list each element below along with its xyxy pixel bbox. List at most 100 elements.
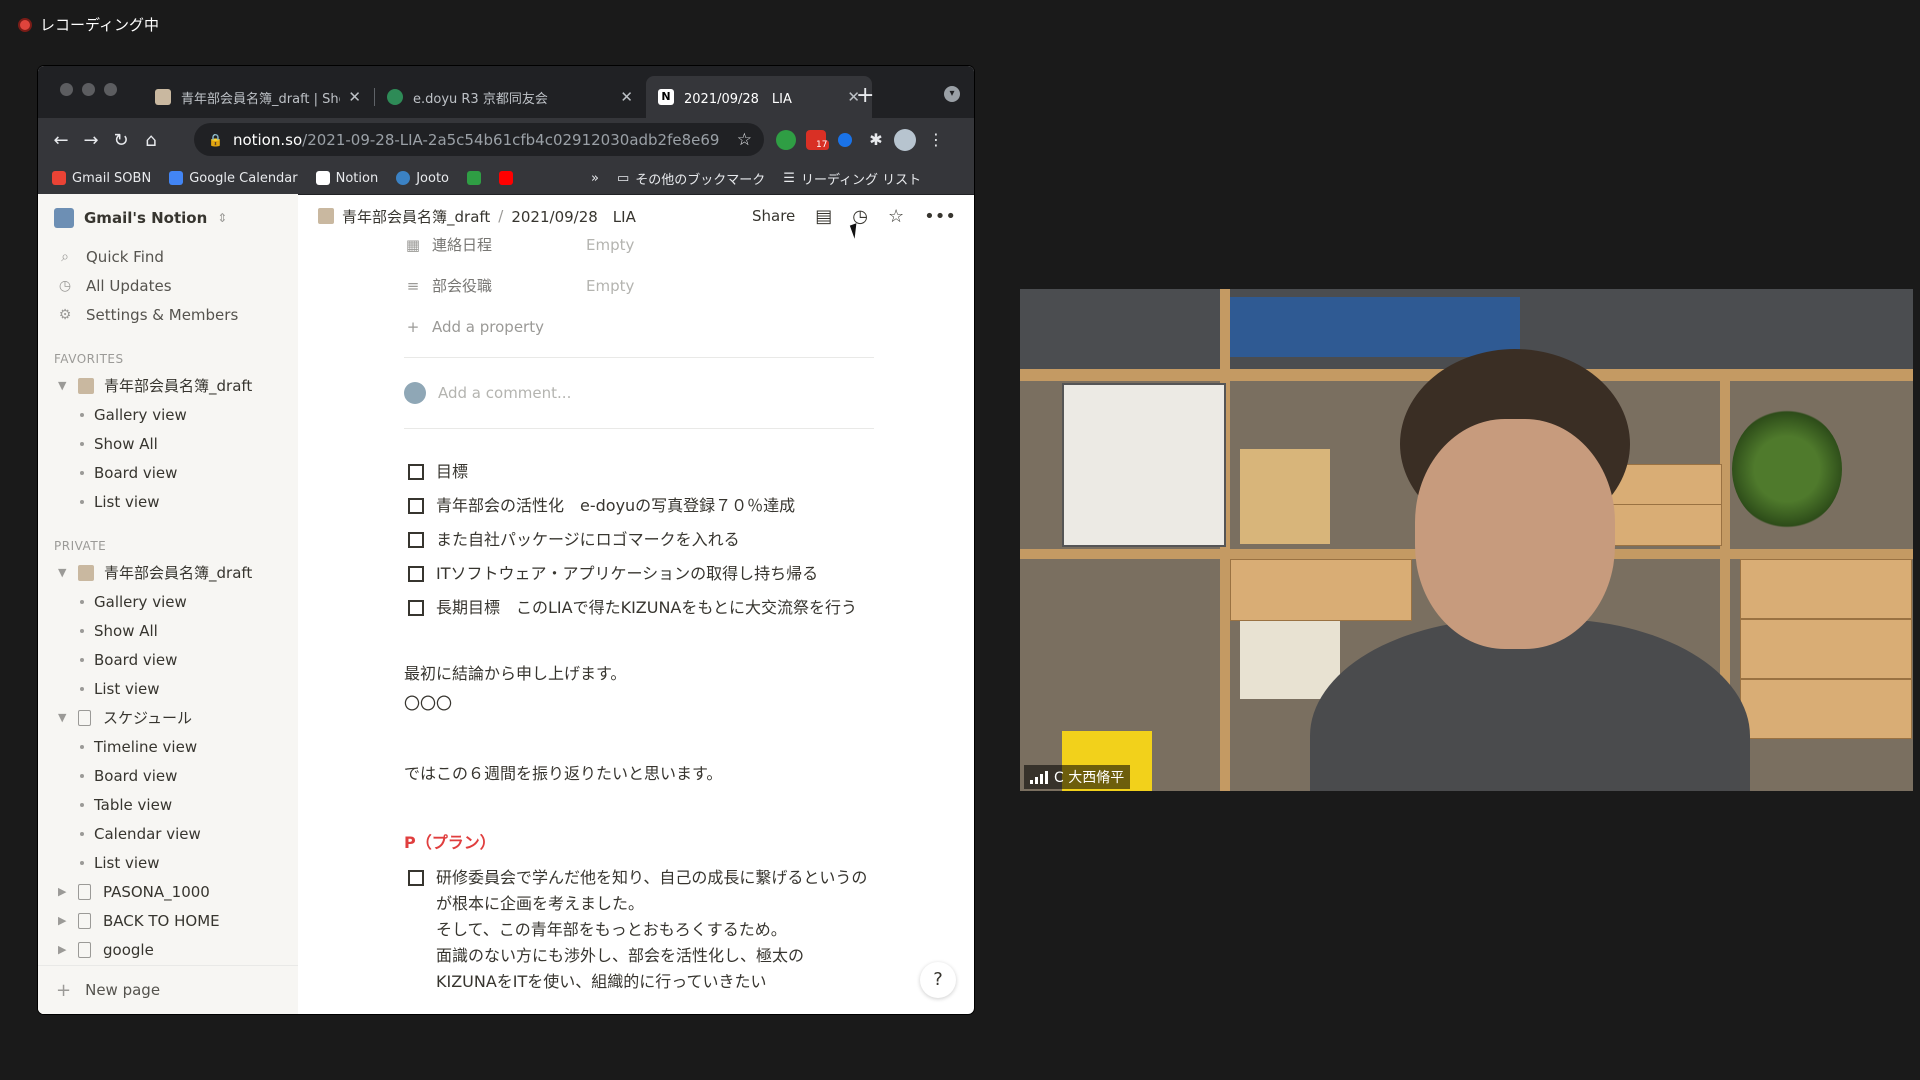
recording-label: レコーディング中 [40, 16, 159, 34]
caret-right-icon[interactable]: ▶ [58, 885, 72, 898]
caret-down-icon[interactable]: ▼ [58, 566, 72, 579]
todo-text[interactable]: 青年部会の活性化 e-doyuの写真登録７０％達成 [436, 493, 795, 519]
schedule-page[interactable]: ▼ スケジュール [38, 703, 298, 732]
schedule-view-timeline[interactable]: Timeline view [38, 732, 298, 761]
share-button[interactable]: Share [752, 207, 795, 225]
close-tab-icon[interactable]: ✕ [348, 88, 361, 106]
page-icon [78, 377, 94, 394]
bookmark-jooto[interactable]: Jooto [396, 171, 449, 186]
evernote-extension-icon[interactable] [776, 130, 796, 150]
page-pasona[interactable]: ▶ PASONA_1000 [38, 877, 298, 906]
other-bookmarks-folder[interactable]: ▭ その他のブックマーク [617, 169, 765, 188]
private-view-list[interactable]: List view [38, 674, 298, 703]
reload-icon[interactable]: ↻ [106, 130, 136, 151]
paragraph[interactable]: 〇〇〇 [404, 689, 874, 719]
workspace-switcher[interactable]: Gmail's Notion ⇕ [38, 194, 298, 242]
plus-icon[interactable]: + [856, 83, 874, 108]
favorite-view-showall[interactable]: Show All [38, 429, 298, 458]
add-property-button[interactable]: + Add a property [404, 306, 874, 347]
home-icon[interactable]: ⌂ [136, 130, 166, 151]
checkbox[interactable] [408, 498, 424, 514]
todo-text[interactable]: 長期目標 このLIAで得たKIZUNAをもとに大交流祭を行う [436, 595, 857, 621]
page-back-to-home[interactable]: ▶ BACK TO HOME [38, 906, 298, 935]
bookmark-calendar[interactable]: Google Calendar [169, 171, 298, 186]
tab-member-list[interactable]: 青年部会員名簿_draft | Show ✕ [143, 76, 373, 118]
participant-video [1310, 349, 1750, 791]
sidebar-quick-find[interactable]: ⌕ Quick Find [38, 242, 298, 271]
sidebar-settings[interactable]: ⚙ Settings & Members [38, 300, 298, 329]
caret-down-icon[interactable]: ▼ [58, 711, 72, 724]
youtube-icon [499, 171, 514, 185]
bookmark-star-icon[interactable]: ☆ [737, 130, 752, 150]
caret-right-icon[interactable]: ▶ [58, 943, 72, 956]
schedule-view-table[interactable]: Table view [38, 790, 298, 819]
bookmark-gmail[interactable]: Gmail SOBN [52, 171, 151, 186]
paragraph[interactable]: ではこの６週間を振り返りたいと思います。 [404, 759, 874, 789]
bookmarks-more-button[interactable]: » [591, 171, 599, 186]
bookmark-evernote[interactable] [467, 171, 482, 185]
comment-input[interactable]: Add a comment... [404, 368, 874, 418]
paragraph[interactable]: 最初に結論から申し上げます。 [404, 659, 874, 689]
schedule-view-calendar[interactable]: Calendar view [38, 819, 298, 848]
tab-edoyu[interactable]: e.doyu R3 京都同友会 ✕ [375, 76, 645, 118]
profile-avatar[interactable] [894, 129, 916, 151]
favorite-view-board[interactable]: Board view [38, 458, 298, 487]
page-title: スケジュール [103, 709, 192, 727]
favorite-star-icon[interactable]: ☆ [888, 206, 904, 227]
favorite-view-list[interactable]: List view [38, 487, 298, 516]
minimize-window-button[interactable] [82, 83, 95, 96]
private-view-showall[interactable]: Show All [38, 616, 298, 645]
page-google[interactable]: ▶ google [38, 935, 298, 964]
reading-list[interactable]: ☰ リーディング リスト [783, 169, 921, 188]
checkbox[interactable] [408, 566, 424, 582]
property-value[interactable]: Empty [586, 277, 634, 295]
checkbox[interactable] [408, 464, 424, 480]
gear-icon: ⚙ [58, 306, 72, 323]
forward-arrow-icon[interactable]: → [76, 130, 106, 151]
sidebar-all-updates[interactable]: ◷ All Updates [38, 271, 298, 300]
todo-text[interactable]: また自社パッケージにロゴマークを入れる [436, 527, 740, 553]
gmail-extension-icon[interactable]: 17 [806, 130, 830, 150]
more-vert-icon[interactable]: ⋮ [926, 130, 946, 150]
bookmark-notion[interactable]: Notion [315, 171, 378, 186]
todo-text[interactable]: 研修委員会で学んだ他を知り、自己の成長に繋げるというのが根本に企画を考えました。… [436, 865, 874, 995]
caret-right-icon[interactable]: ▶ [58, 914, 72, 927]
calendar-icon: ▦ [405, 235, 421, 254]
favorite-view-gallery[interactable]: Gallery view [38, 400, 298, 429]
help-button[interactable]: ? [920, 962, 956, 998]
document-icon [78, 709, 91, 726]
favorite-member-list[interactable]: ▼ 青年部会員名簿_draft [38, 371, 298, 400]
add-property-label: Add a property [432, 317, 544, 336]
view-label: Board view [94, 650, 178, 669]
property-value[interactable]: Empty [586, 236, 634, 254]
checkbox[interactable] [408, 600, 424, 616]
close-window-button[interactable] [60, 83, 73, 96]
todo-text[interactable]: 目標 [436, 459, 468, 485]
section-heading[interactable]: P（プラン） [404, 829, 874, 853]
private-view-gallery[interactable]: Gallery view [38, 587, 298, 616]
page-icon [78, 564, 94, 581]
address-bar[interactable]: 🔒 notion.so /2021-09-28-LIA-2a5c54b61cfb… [194, 123, 764, 156]
todo-item: 長期目標 このLIAで得たKIZUNAをもとに大交流祭を行う [404, 595, 874, 621]
property-row[interactable]: ▦ 連絡日程 Empty [404, 224, 874, 265]
private-view-board[interactable]: Board view [38, 645, 298, 674]
schedule-view-list[interactable]: List view [38, 848, 298, 877]
close-tab-icon[interactable]: ✕ [620, 88, 633, 106]
schedule-view-board[interactable]: Board view [38, 761, 298, 790]
caret-down-icon[interactable]: ▼ [58, 379, 72, 392]
private-member-list[interactable]: ▼ 青年部会員名簿_draft [38, 558, 298, 587]
checkbox[interactable] [408, 870, 424, 886]
tab-search-icon[interactable]: ▾ [944, 86, 960, 102]
more-horizontal-icon[interactable]: ••• [924, 206, 956, 227]
back-arrow-icon[interactable]: ← [46, 130, 76, 151]
tab-lia[interactable]: N 2021/09/28 LIA ✕ [646, 76, 872, 118]
puzzle-icon[interactable]: ✱ [866, 130, 886, 150]
property-row[interactable]: ≡ 部会役職 Empty [404, 265, 874, 306]
extension-icon[interactable] [838, 133, 852, 147]
maximize-window-button[interactable] [104, 83, 117, 96]
new-page-button[interactable]: + New page [38, 965, 298, 1014]
checkbox[interactable] [408, 532, 424, 548]
bookmark-youtube[interactable] [499, 171, 514, 185]
todo-text[interactable]: ITソフトウェア・アプリケーションの取得し持ち帰る [436, 561, 818, 587]
view-label: Show All [94, 434, 158, 453]
